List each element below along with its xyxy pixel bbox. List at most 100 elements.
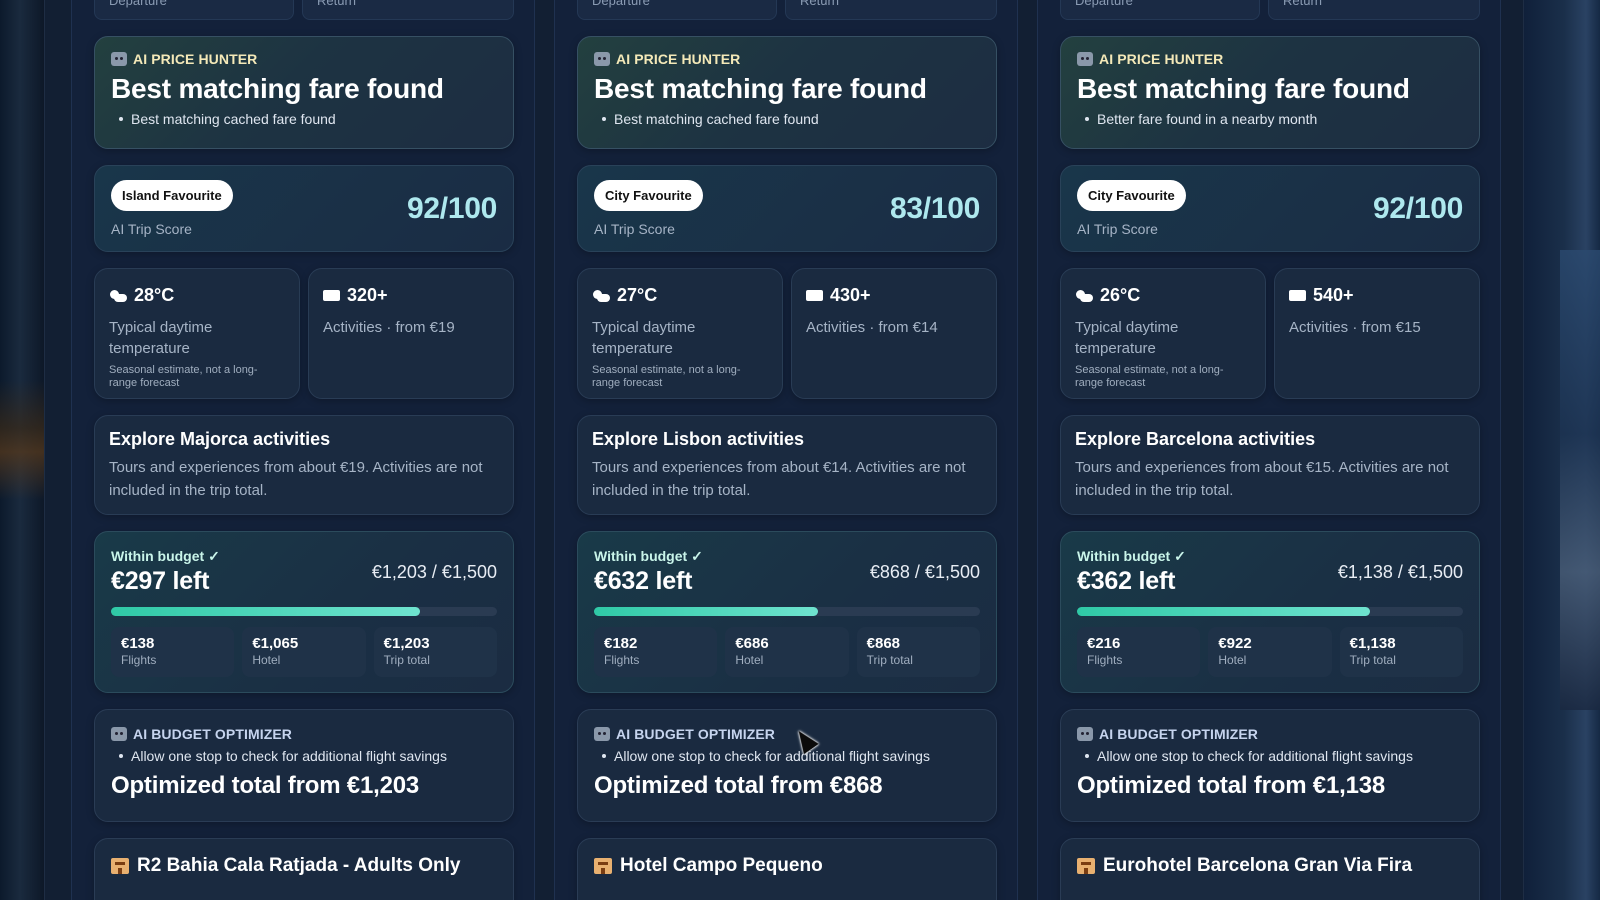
activities-card: 320+ Activities · from €19 bbox=[308, 268, 514, 399]
results-panel: Departure Return AI PRICE HUNTER Best ma… bbox=[44, 0, 1524, 900]
activities-card: 430+ Activities · from €14 bbox=[791, 268, 997, 399]
trip-score-card: City Favourite AI Trip Score 83/100 bbox=[577, 165, 997, 252]
trip-score-value: 83/100 bbox=[890, 192, 980, 225]
departure-field[interactable]: Departure bbox=[94, 0, 294, 20]
robot-icon bbox=[1077, 727, 1093, 741]
cost-value: €138 bbox=[121, 635, 155, 652]
ticket-icon bbox=[1289, 290, 1306, 301]
trip-total-cost: €1,203 Trip total bbox=[373, 627, 497, 677]
flights-cost: €216 Flights bbox=[1077, 627, 1201, 677]
optimizer-eyebrow: AI BUDGET OPTIMIZER bbox=[594, 726, 980, 742]
trip-total-cost: €868 Trip total bbox=[856, 627, 980, 677]
return-label: Return bbox=[317, 0, 357, 8]
activities-text: Activities · from €19 bbox=[323, 319, 455, 336]
cost-value: €1,203 bbox=[383, 635, 430, 652]
optimized-total: Optimized total from €1,203 bbox=[111, 772, 420, 799]
activities-text: Activities · from €14 bbox=[806, 319, 938, 336]
eyebrow-text: AI BUDGET OPTIMIZER bbox=[133, 726, 293, 742]
activities-count: 430+ bbox=[830, 285, 871, 305]
cost-label: Trip total bbox=[866, 653, 913, 667]
flights-cost: €182 Flights bbox=[594, 627, 718, 677]
hotel-card[interactable]: Hotel Campo Pequeno bbox=[577, 838, 997, 900]
budget-optimizer-card: AI BUDGET OPTIMIZER Allow one stop to ch… bbox=[577, 709, 997, 822]
temperature-text: Typical daytime temperature bbox=[592, 319, 696, 357]
eyebrow-text: AI BUDGET OPTIMIZER bbox=[616, 726, 776, 742]
temperature-value: 28°C bbox=[134, 285, 175, 305]
temperature-note: Seasonal estimate, not a long-range fore… bbox=[592, 364, 741, 389]
departure-label: Departure bbox=[1075, 0, 1133, 8]
optimized-total: Optimized total from €1,138 bbox=[1077, 772, 1386, 799]
cost-label: Flights bbox=[121, 653, 157, 667]
robot-icon bbox=[111, 727, 127, 741]
fare-bullet: Best matching cached fare found bbox=[111, 111, 497, 127]
cost-value: €1,138 bbox=[1349, 635, 1396, 652]
activities-card: 540+ Activities · from €15 bbox=[1274, 268, 1480, 399]
cost-label: Trip total bbox=[1349, 653, 1396, 667]
favourite-badge: City Favourite bbox=[1077, 180, 1186, 211]
activities-count: 540+ bbox=[1313, 285, 1354, 305]
explore-title: Explore Majorca activities bbox=[109, 429, 331, 449]
explore-activities-card[interactable]: Explore Barcelona activities Tours and e… bbox=[1060, 415, 1480, 515]
robot-icon bbox=[594, 727, 610, 741]
price-hunter-card: AI PRICE HUNTER Best matching fare found… bbox=[94, 36, 514, 149]
cost-value: €182 bbox=[604, 635, 638, 652]
fare-bullet: Best matching cached fare found bbox=[594, 111, 980, 127]
trip-score-card: City Favourite AI Trip Score 92/100 bbox=[1060, 165, 1480, 252]
cost-value: €216 bbox=[1087, 635, 1121, 652]
fare-bullet: Better fare found in a nearby month bbox=[1077, 111, 1463, 127]
optimizer-bullet: Allow one stop to check for additional f… bbox=[594, 748, 980, 764]
explore-activities-card[interactable]: Explore Lisbon activities Tours and expe… bbox=[577, 415, 997, 515]
favourite-badge: Island Favourite bbox=[111, 180, 233, 211]
hotel-card[interactable]: R2 Bahia Cala Ratjada - Adults Only bbox=[94, 838, 514, 900]
destination-column: Departure Return AI PRICE HUNTER Best ma… bbox=[554, 0, 1018, 900]
hotel-icon bbox=[1077, 858, 1095, 874]
cost-label: Flights bbox=[1087, 653, 1123, 667]
explore-title: Explore Lisbon activities bbox=[592, 429, 805, 449]
hotel-name: Eurohotel Barcelona Gran Via Fira bbox=[1103, 855, 1413, 876]
sun-cloud-icon bbox=[109, 289, 127, 302]
cost-value: €922 bbox=[1218, 635, 1252, 652]
price-hunter-eyebrow: AI PRICE HUNTER bbox=[111, 51, 497, 67]
temperature-value: 27°C bbox=[617, 285, 658, 305]
eyebrow-text: AI PRICE HUNTER bbox=[133, 51, 258, 67]
price-hunter-card: AI PRICE HUNTER Best matching fare found… bbox=[577, 36, 997, 149]
return-label: Return bbox=[800, 0, 840, 8]
explore-text: Tours and experiences from about €14. Ac… bbox=[592, 459, 966, 499]
budget-optimizer-card: AI BUDGET OPTIMIZER Allow one stop to ch… bbox=[94, 709, 514, 822]
return-field[interactable]: Return bbox=[785, 0, 997, 20]
hotel-icon bbox=[594, 858, 612, 874]
destination-column: Departure Return AI PRICE HUNTER Best ma… bbox=[1037, 0, 1501, 900]
cost-label: Hotel bbox=[735, 653, 764, 667]
budget-card: Within budget ✓ €297 left €1,203 / €1,50… bbox=[94, 531, 514, 693]
hotel-cost: €1,065 Hotel bbox=[242, 627, 366, 677]
date-fields: Departure Return bbox=[577, 0, 997, 20]
return-field[interactable]: Return bbox=[1268, 0, 1480, 20]
optimizer-bullet: Allow one stop to check for additional f… bbox=[111, 748, 497, 764]
cost-value: €1,065 bbox=[252, 635, 299, 652]
hotel-name: R2 Bahia Cala Ratjada - Adults Only bbox=[137, 855, 461, 876]
robot-icon bbox=[594, 52, 610, 66]
hotel-card[interactable]: Eurohotel Barcelona Gran Via Fira bbox=[1060, 838, 1480, 900]
robot-icon bbox=[111, 52, 127, 66]
return-label: Return bbox=[1283, 0, 1323, 8]
optimizer-eyebrow: AI BUDGET OPTIMIZER bbox=[111, 726, 497, 742]
eyebrow-text: AI PRICE HUNTER bbox=[1099, 51, 1224, 67]
weather-card: 28°C Typical daytime temperature Seasona… bbox=[94, 268, 300, 399]
sun-cloud-icon bbox=[1075, 289, 1093, 302]
departure-field[interactable]: Departure bbox=[1060, 0, 1260, 20]
trip-total-cost: €1,138 Trip total bbox=[1339, 627, 1463, 677]
explore-text: Tours and experiences from about €15. Ac… bbox=[1075, 459, 1449, 499]
eyebrow-text: AI PRICE HUNTER bbox=[616, 51, 741, 67]
departure-label: Departure bbox=[592, 0, 650, 8]
return-field[interactable]: Return bbox=[302, 0, 514, 20]
temperature-value: 26°C bbox=[1100, 285, 1141, 305]
budget-card: Within budget ✓ €632 left €868 / €1,500 … bbox=[577, 531, 997, 693]
budget-card: Within budget ✓ €362 left €1,138 / €1,50… bbox=[1060, 531, 1480, 693]
optimizer-eyebrow: AI BUDGET OPTIMIZER bbox=[1077, 726, 1463, 742]
destination-column: Departure Return AI PRICE HUNTER Best ma… bbox=[71, 0, 535, 900]
price-hunter-card: AI PRICE HUNTER Best matching fare found… bbox=[1060, 36, 1480, 149]
budget-progress-fill bbox=[594, 607, 818, 616]
departure-field[interactable]: Departure bbox=[577, 0, 777, 20]
weather-card: 26°C Typical daytime temperature Seasona… bbox=[1060, 268, 1266, 399]
explore-activities-card[interactable]: Explore Majorca activities Tours and exp… bbox=[94, 415, 514, 515]
